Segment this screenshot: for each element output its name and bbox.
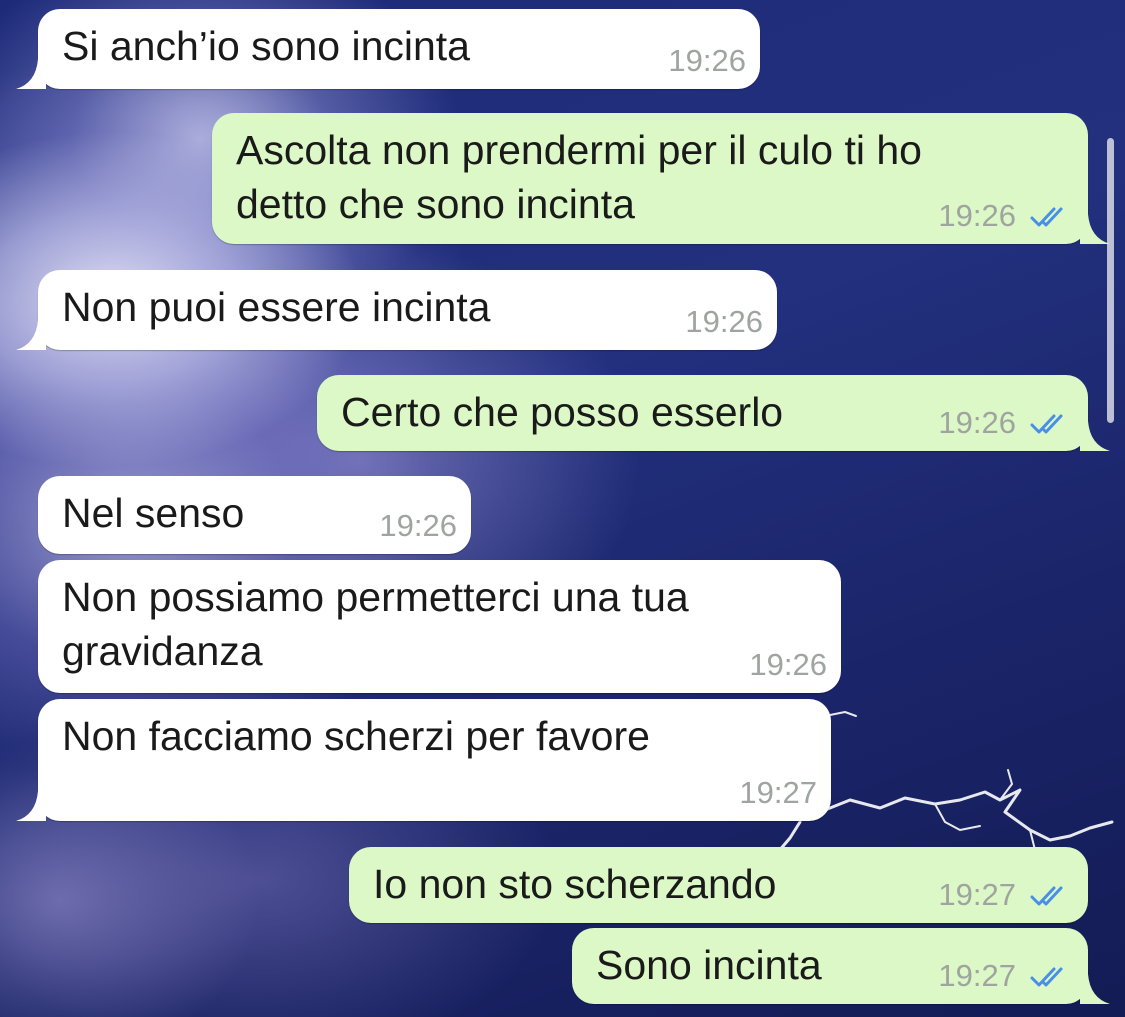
message-bubble-incoming[interactable]: Non facciamo scherzi per favore 19:27	[16, 699, 831, 821]
double-check-icon	[1030, 414, 1063, 434]
bubble-tail	[1080, 974, 1110, 1004]
bubble-tail	[16, 59, 46, 89]
message-text-line: gravidanza	[62, 628, 263, 674]
message-text: Io non sto scherzando	[373, 861, 777, 907]
message-bubble-outgoing[interactable]: Io non sto scherzando 19:27	[349, 847, 1088, 923]
message-timestamp: 19:27	[739, 775, 817, 810]
message-text-line: detto che sono incinta	[236, 181, 635, 227]
bubble-tail	[1080, 421, 1110, 451]
message-text: Non facciamo scherzi per favore	[62, 713, 650, 759]
double-check-icon	[1030, 886, 1063, 906]
message-text: Sono incinta	[596, 942, 822, 988]
bubble-tail	[16, 320, 46, 350]
double-check-icon	[1030, 967, 1063, 987]
message-timestamp: 19:26	[379, 508, 457, 543]
message-timestamp: 19:26	[668, 43, 746, 78]
message-text: Non puoi essere incinta	[62, 284, 491, 330]
message-timestamp: 19:26	[938, 405, 1016, 440]
message-text: Si anch’io sono incinta	[62, 23, 470, 69]
message-bubble-incoming[interactable]: Si anch’io sono incinta 19:26	[16, 9, 760, 89]
scrollbar[interactable]	[1107, 138, 1114, 423]
message-bubble-incoming[interactable]: Non puoi essere incinta 19:26	[16, 270, 777, 350]
message-text-line: Non possiamo permetterci una tua	[62, 574, 689, 620]
message-timestamp: 19:27	[938, 958, 1016, 993]
message-bubble-outgoing[interactable]: Ascolta non prendermi per il culo ti ho …	[212, 113, 1110, 244]
message-bubble-incoming[interactable]: Nel senso 19:26	[38, 476, 471, 554]
message-bubble-outgoing[interactable]: Sono incinta 19:27	[572, 928, 1110, 1004]
bubble-tail	[16, 791, 46, 821]
message-text-line: Ascolta non prendermi per il culo ti ho	[236, 127, 922, 173]
message-text: Nel senso	[62, 490, 245, 536]
message-text: Certo che posso esserlo	[341, 389, 784, 435]
bubble-tail	[1080, 214, 1110, 244]
message-bubble-incoming[interactable]: Non possiamo permetterci una tua gravida…	[38, 560, 841, 693]
message-timestamp: 19:26	[938, 198, 1016, 233]
message-bubble-outgoing[interactable]: Certo che posso esserlo 19:26	[317, 375, 1110, 451]
message-timestamp: 19:26	[749, 647, 827, 682]
double-check-icon	[1030, 207, 1063, 227]
message-timestamp: 19:27	[938, 877, 1016, 912]
message-timestamp: 19:26	[685, 304, 763, 339]
